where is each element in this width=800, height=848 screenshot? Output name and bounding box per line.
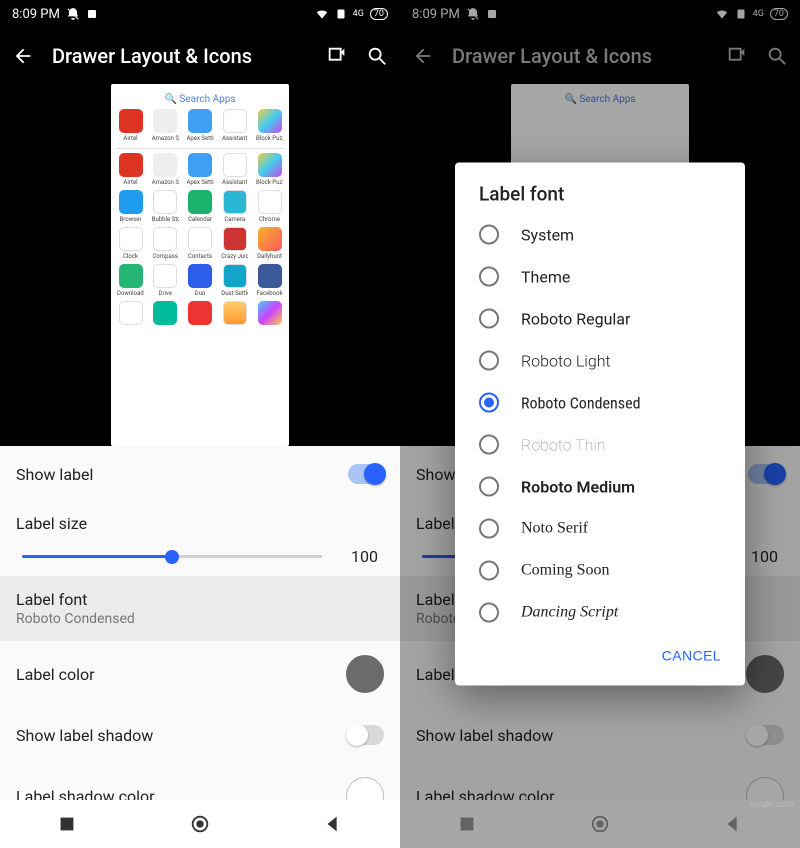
font-option-roboto-light[interactable]: Roboto Light [455,340,745,382]
network-icon: 4G [353,9,364,19]
label-font-text: Label font [16,590,384,609]
label-size-value: 100 [338,547,378,566]
label-size-text: Label size [16,514,384,533]
nav-recent-icon[interactable] [456,813,478,835]
font-option-roboto-thin[interactable]: Roboto Thin [455,424,745,466]
back-icon[interactable] [12,45,34,67]
row-label-font[interactable]: Label font Roboto Condensed [0,576,400,641]
label-font-value: Roboto Condensed [16,611,384,627]
font-option-theme[interactable]: Theme [455,256,745,298]
font-option-dancing-script[interactable]: Dancing Script [455,592,745,634]
watermark: wcaln.com [750,800,794,810]
drawer-preview: 🔍 Search Apps Airtel Amazon Sh.. Apex Se… [111,84,289,446]
row-label-color[interactable]: Label color [0,641,400,707]
search-icon [766,45,788,67]
sim-icon [735,7,747,21]
row-show-label-shadow[interactable]: Show label shadow [0,707,400,763]
page-title: Drawer Layout & Icons [52,44,308,68]
show-label-text: Show label [16,465,348,484]
row-show-label[interactable]: Show label [0,446,400,502]
card-icon [86,8,98,20]
settings-list: Show label Label size 100 Label font Rob… [0,446,400,829]
nav-back-icon[interactable] [722,813,744,835]
dialog-title: Label font [455,183,745,214]
reset-icon[interactable] [326,45,348,67]
dnd-icon [466,7,480,21]
battery-icon: 70 [370,8,388,20]
app-bar: Drawer Layout & Icons [400,28,800,84]
label-color-swatch[interactable] [346,655,384,693]
back-icon [412,45,434,67]
show-label-shadow-switch[interactable] [348,725,384,745]
show-label-shadow-text: Show label shadow [16,726,348,745]
app-zone: Drawer Layout & Icons 🔍 Search Apps Airt… [0,28,400,446]
preview-search: 🔍 Search Apps [117,90,283,109]
show-label-switch[interactable] [348,464,384,484]
label-font-dialog: Label font System Theme Roboto Regular R… [455,163,745,686]
sim-icon [335,7,347,21]
font-option-roboto-medium[interactable]: Roboto Medium [455,466,745,508]
phone-right: 8:09 PM 4G 70 Drawer Layout & Icons 🔍 Se… [400,0,800,848]
wifi-icon [315,7,329,21]
phone-left: 8:09 PM 4G 70 Drawer Layout & Icons 🔍 Se… [0,0,400,848]
font-option-coming-soon[interactable]: Coming Soon [455,550,745,592]
status-time: 8:09 PM [12,7,60,22]
preview-area: 🔍 Search Apps Airtel Amazon Sh.. Apex Se… [0,84,400,446]
dnd-icon [66,7,80,21]
nav-bar [400,800,800,848]
nav-home-icon[interactable] [589,813,611,835]
nav-recent-icon[interactable] [56,813,78,835]
card-icon [486,8,498,20]
font-option-roboto-regular[interactable]: Roboto Regular [455,298,745,340]
nav-back-icon[interactable] [322,813,344,835]
nav-bar [0,800,400,848]
status-bar: 8:09 PM 4G 70 [400,0,800,28]
label-size-slider[interactable] [22,555,322,558]
preview-row: Airtel Amazon Sh.. Apex Settin.. Assista… [117,109,283,142]
status-bar: 8:09 PM 4G 70 [0,0,400,28]
reset-icon [726,45,748,67]
nav-home-icon[interactable] [189,813,211,835]
app-bar: Drawer Layout & Icons [0,28,400,84]
font-option-noto-serif[interactable]: Noto Serif [455,508,745,550]
search-icon[interactable] [366,45,388,67]
font-option-roboto-condensed[interactable]: Roboto Condensed [455,382,745,424]
wifi-icon [715,7,729,21]
label-color-text: Label color [16,665,346,684]
row-label-size: Label size 100 [0,502,400,576]
font-option-system[interactable]: System [455,214,745,256]
cancel-button[interactable]: CANCEL [654,640,729,672]
